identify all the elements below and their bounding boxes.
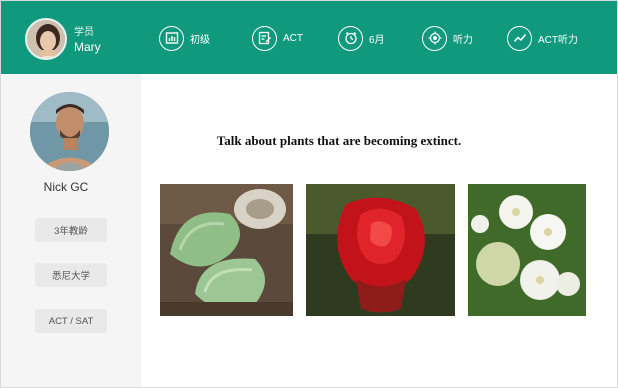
- bar-chart-icon: [159, 25, 184, 51]
- tag-exam-label: ACT: [283, 32, 303, 44]
- trend-line-icon: [507, 25, 532, 51]
- question-text: Talk about plants that are becoming exti…: [216, 133, 462, 148]
- app-window: 学员 Mary 初级 ACT 6月 听力 ACT听力 Nick GC 3年教龄 …: [0, 0, 618, 388]
- white-blossom-image: [468, 184, 586, 316]
- teacher-name: Nick GC: [43, 180, 89, 194]
- student-avatar[interactable]: [25, 18, 67, 60]
- badge-university: 悉尼大学: [35, 263, 107, 287]
- badge-subjects: ACT / SAT: [35, 309, 107, 333]
- teacher-avatar[interactable]: [30, 92, 109, 171]
- header-bar: 学员 Mary 初级 ACT 6月 听力 ACT听力: [1, 1, 617, 74]
- tag-month-label: 6月: [369, 34, 385, 46]
- tag-skill-label: 听力: [453, 34, 473, 46]
- tag-course-label: ACT听力: [538, 34, 578, 46]
- lesson-content: Talk about plants that are becoming exti…: [141, 74, 617, 387]
- edit-note-icon: [252, 25, 277, 51]
- tag-exam[interactable]: ACT: [252, 25, 303, 51]
- tag-level[interactable]: 初级: [159, 25, 210, 51]
- tag-level-label: 初级: [190, 34, 210, 46]
- red-flower-image: [306, 184, 455, 316]
- alarm-clock-icon: [338, 25, 363, 51]
- tag-skill[interactable]: 听力: [422, 25, 473, 51]
- student-profile[interactable]: 学员 Mary: [25, 18, 145, 60]
- tag-course[interactable]: ACT听力: [507, 25, 578, 51]
- student-role: 学员: [74, 27, 94, 38]
- tag-month[interactable]: 6月: [338, 25, 385, 51]
- student-name: Mary: [74, 40, 101, 54]
- teacher-sidebar: Nick GC 3年教龄 悉尼大学 ACT / SAT: [1, 74, 141, 387]
- target-icon: [422, 25, 447, 51]
- badge-experience: 3年教龄: [35, 218, 107, 242]
- green-succulent-plant-image: [160, 184, 293, 316]
